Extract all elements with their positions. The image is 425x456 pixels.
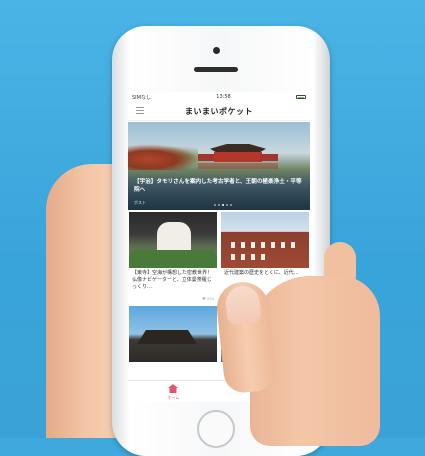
home-icon xyxy=(168,384,178,393)
menu-icon[interactable] xyxy=(136,107,144,114)
battery-icon xyxy=(295,95,306,99)
hero-meta: ポスト xyxy=(134,200,146,205)
card-thumbnail xyxy=(129,306,217,362)
carousel-dot-active[interactable] xyxy=(222,204,224,206)
clock: 13:58 xyxy=(216,94,231,100)
card-meta: ♥ 250 xyxy=(132,296,214,301)
carousel-dot[interactable] xyxy=(230,204,232,206)
right-hand xyxy=(206,226,406,446)
carousel-dot[interactable] xyxy=(214,204,216,206)
card-thumbnail xyxy=(129,212,217,268)
carousel-dots[interactable] xyxy=(214,204,232,206)
status-right xyxy=(295,95,306,99)
article-card[interactable] xyxy=(129,306,217,366)
article-card[interactable]: 【東寺】空海が構想した密教世界！仏像ナビゲーターと、立体曼荼羅じっくり… ♥ 2… xyxy=(129,212,217,304)
temple-illustration xyxy=(198,144,278,169)
hero-caption: 【宇治】タモリさんを案内した考古学者と、王朝の極楽浄土・平等院へ xyxy=(134,179,302,193)
app-title: まいまいポケット xyxy=(185,106,253,116)
carousel-dot[interactable] xyxy=(226,204,228,206)
hero-banner[interactable]: 【宇治】タモリさんを案内した考古学者と、王朝の極楽浄土・平等院へ ポスト xyxy=(128,122,310,210)
carousel-dot[interactable] xyxy=(218,204,220,206)
front-camera xyxy=(213,47,220,54)
card-title: 【東寺】空海が構想した密教世界！仏像ナビゲーターと、立体曼荼羅じっくり… xyxy=(132,270,213,290)
earpiece-speaker xyxy=(194,67,238,72)
carrier-label: SIMなし xyxy=(132,94,151,101)
status-bar: SIMなし 13:58 xyxy=(128,92,310,102)
app-header: まいまいポケット xyxy=(128,102,310,121)
autumn-trees xyxy=(128,144,198,170)
